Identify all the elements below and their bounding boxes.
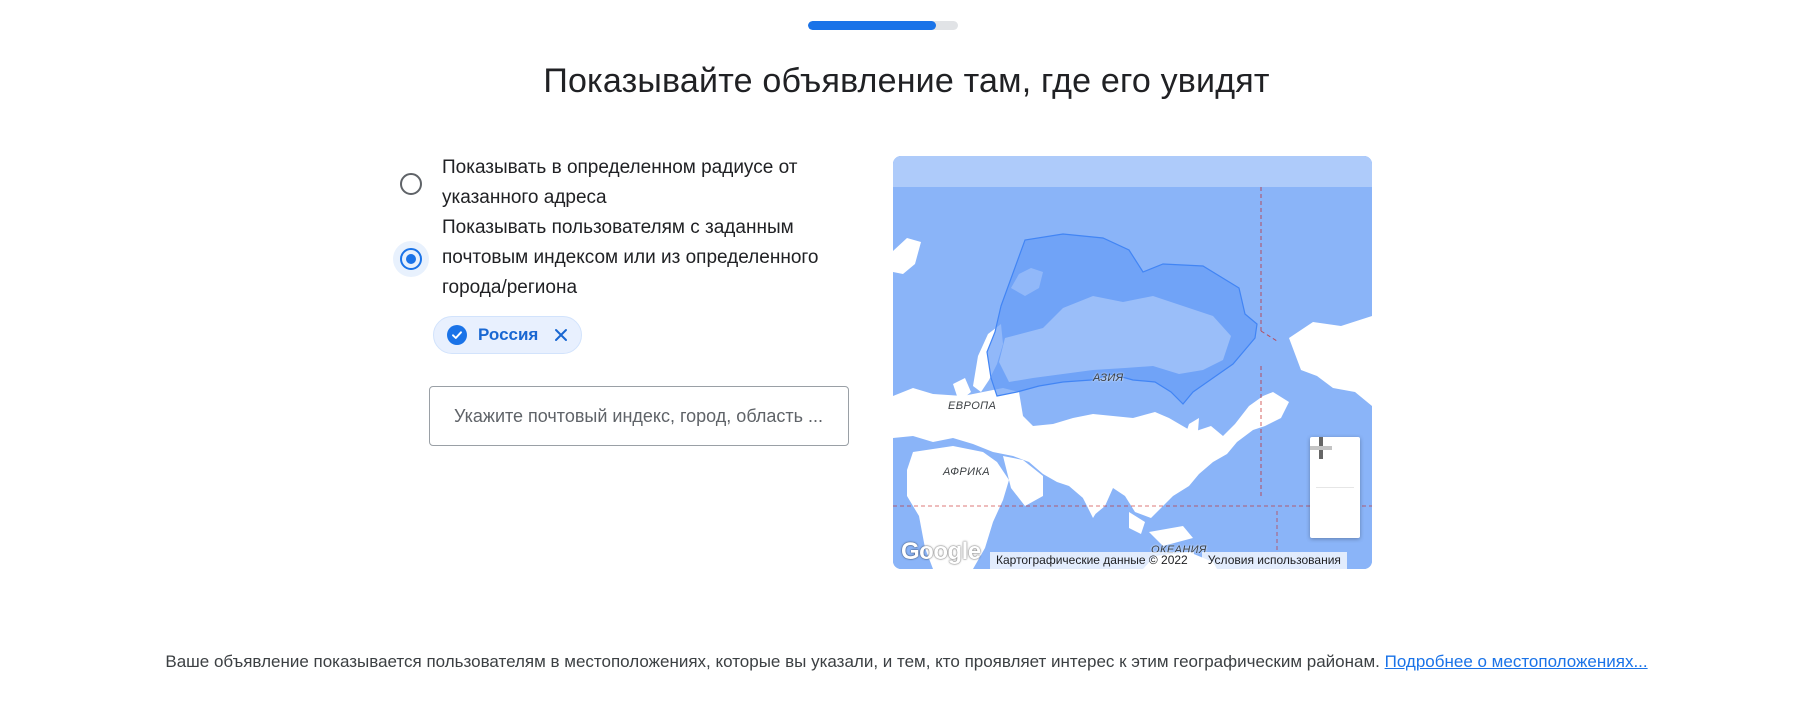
zoom-out-button[interactable] — [1310, 446, 1360, 538]
radio-option-region[interactable]: Показывать пользователям с заданным почт… — [393, 213, 882, 303]
radio-option-radius-label: Показывать в определенном радиусе от ука… — [442, 157, 798, 208]
radio-button-region[interactable] — [393, 241, 429, 277]
footer-note: Ваше объявление показывается пользовател… — [0, 650, 1813, 674]
google-logo: Google — [901, 538, 981, 565]
progress-fill — [808, 21, 936, 30]
map-label-europe: ЕВРОПА — [948, 400, 997, 412]
radio-selected-dot — [406, 254, 416, 264]
radio-option-radius[interactable]: Показывать в определенном радиусе от ука… — [400, 153, 862, 213]
minus-icon — [1310, 446, 1332, 450]
radio-option-region-label: Показывать пользователям с заданным почт… — [442, 217, 819, 298]
location-search-field[interactable] — [429, 386, 849, 446]
learn-more-link[interactable]: Подробнее о местоположениях... — [1385, 652, 1648, 671]
close-icon[interactable] — [550, 324, 572, 346]
map-label-asia: АЗИЯ — [1093, 372, 1124, 384]
map-attribution: Картографические данные © 2022 — [990, 552, 1194, 569]
page: Показывайте объявление там, где его увид… — [0, 0, 1813, 719]
map-canvas — [893, 156, 1372, 569]
check-icon — [447, 325, 467, 345]
footer-note-text: Ваше объявление показывается пользовател… — [165, 652, 1380, 671]
location-search-input[interactable] — [452, 404, 826, 428]
page-title: Показывайте объявление там, где его увид… — [543, 62, 1270, 100]
map-label-africa: АФРИКА — [943, 466, 991, 478]
progress-bar — [808, 21, 958, 30]
map-zoom-control — [1310, 437, 1360, 538]
radio-button-radius[interactable] — [400, 173, 422, 195]
map-attribution-bar: Картографические данные © 2022 Условия и… — [990, 552, 1347, 569]
map-terms-link[interactable]: Условия использования — [1201, 552, 1347, 569]
location-chip-label: Россия — [478, 325, 539, 344]
location-chip: Россия — [433, 316, 583, 354]
map[interactable]: АЗИЯ ЕВРОПА АФРИКА ОКЕАНИЯ Google Картог… — [893, 156, 1372, 569]
